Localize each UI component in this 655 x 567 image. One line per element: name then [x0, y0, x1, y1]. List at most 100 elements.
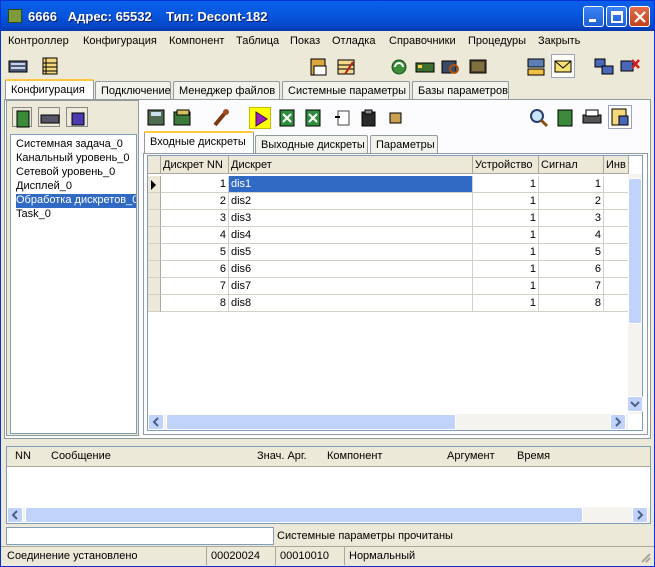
tab-connection[interactable]: Подключение	[95, 81, 171, 100]
cell-signal[interactable]: 1	[539, 176, 604, 193]
cell-signal[interactable]: 2	[539, 193, 604, 210]
cell-inv[interactable]	[604, 176, 629, 193]
cell-nn[interactable]: 2	[161, 193, 229, 210]
column-header-discrete[interactable]: Дискрет	[229, 156, 473, 174]
cell-signal[interactable]: 7	[539, 278, 604, 295]
table-row[interactable]: 6 dis6 1 6	[148, 261, 629, 278]
tree-item-task[interactable]: Task_0	[16, 208, 136, 222]
column-header-device[interactable]: Устройство	[473, 156, 539, 174]
cell-device[interactable]: 1	[473, 176, 539, 193]
maximize-button[interactable]	[606, 6, 627, 27]
search-device-icon[interactable]	[440, 56, 462, 78]
board-icon[interactable]	[12, 107, 32, 128]
minimize-button[interactable]	[583, 6, 604, 27]
cell-name[interactable]: dis4	[229, 227, 473, 244]
search-icon[interactable]	[528, 107, 550, 129]
computers-icon[interactable]	[593, 56, 615, 78]
tree-item-system-task[interactable]: Системная задача_0	[16, 138, 136, 152]
block-icon[interactable]	[385, 107, 407, 129]
cell-nn[interactable]: 4	[161, 227, 229, 244]
excel-import-icon[interactable]	[303, 107, 325, 129]
tab-param-bases[interactable]: Базы параметров	[412, 81, 509, 100]
scroll-right-icon[interactable]	[610, 414, 626, 430]
grid-horizontal-scrollbar[interactable]	[148, 414, 628, 430]
column-header-inv[interactable]: Инв	[604, 156, 629, 174]
scroll-thumb[interactable]	[25, 507, 583, 523]
cell-nn[interactable]: 1	[161, 176, 229, 193]
cell-inv[interactable]	[604, 193, 629, 210]
cell-name[interactable]: dis7	[229, 278, 473, 295]
book-icon[interactable]	[308, 56, 330, 78]
cell-nn[interactable]: 3	[161, 210, 229, 227]
cell-device[interactable]: 1	[473, 278, 539, 295]
scroll-right-icon[interactable]	[632, 507, 648, 523]
cell-signal[interactable]: 3	[539, 210, 604, 227]
table-icon[interactable]	[39, 55, 61, 77]
column-header-component[interactable]: Компонент	[325, 447, 435, 465]
cell-name[interactable]: dis8	[229, 295, 473, 312]
column-header-time[interactable]: Время	[515, 447, 615, 465]
info-input[interactable]	[6, 527, 274, 545]
clipboard-icon[interactable]	[358, 107, 380, 129]
tree-item-channel-level[interactable]: Канальный уровень_0	[16, 152, 136, 166]
scroll-down-icon[interactable]	[627, 396, 643, 412]
chip-icon[interactable]	[66, 107, 88, 127]
cell-inv[interactable]	[604, 210, 629, 227]
menu-debug[interactable]: Отладка	[332, 35, 375, 47]
cell-inv[interactable]	[604, 244, 629, 261]
cell-nn[interactable]: 5	[161, 244, 229, 261]
cell-inv[interactable]	[604, 261, 629, 278]
keyboard-icon[interactable]	[7, 55, 29, 77]
tab-configuration[interactable]: Конфигурация	[5, 79, 94, 100]
column-header-signal[interactable]: Сигнал	[539, 156, 604, 174]
table-settings-icon[interactable]	[608, 105, 632, 129]
cell-nn[interactable]: 6	[161, 261, 229, 278]
device-icon[interactable]	[414, 56, 436, 78]
cell-device[interactable]: 1	[473, 244, 539, 261]
cell-name[interactable]: dis3	[229, 210, 473, 227]
network-icon[interactable]	[525, 56, 547, 78]
cell-name[interactable]: dis6	[229, 261, 473, 278]
column-header-discrete-nn[interactable]: Дискрет NN	[161, 156, 229, 174]
cell-signal[interactable]: 8	[539, 295, 604, 312]
cell-signal[interactable]: 6	[539, 261, 604, 278]
tree-item-discrete-processing[interactable]: Обработка дискретов_0	[16, 194, 136, 208]
scroll-thumb[interactable]	[628, 178, 642, 324]
scroll-left-icon[interactable]	[148, 414, 164, 430]
disconnect-icon[interactable]	[619, 56, 641, 78]
menu-references[interactable]: Справочники	[389, 35, 456, 47]
menu-component[interactable]: Компонент	[169, 35, 224, 47]
save-table-icon[interactable]	[146, 107, 168, 129]
cell-signal[interactable]: 4	[539, 227, 604, 244]
cell-name[interactable]: dis2	[229, 193, 473, 210]
column-header-argument[interactable]: Аргумент	[445, 447, 505, 465]
menu-view[interactable]: Показ	[290, 35, 320, 47]
brush-icon[interactable]	[211, 107, 233, 129]
recycle-icon[interactable]	[388, 56, 410, 78]
table-row[interactable]: 5 dis5 1 5	[148, 244, 629, 261]
new-document-icon[interactable]	[332, 107, 354, 129]
tree-item-network-level[interactable]: Сетевой уровень_0	[16, 166, 136, 180]
title-bar[interactable]: 6666 Адрес: 65532 Тип: Decont-182	[1, 1, 654, 31]
table-row[interactable]: 2 dis2 1 2	[148, 193, 629, 210]
printer-icon[interactable]	[581, 107, 603, 129]
table-row[interactable]: 8 dis8 1 8	[148, 295, 629, 312]
cell-device[interactable]: 1	[473, 261, 539, 278]
excel-export-icon[interactable]	[277, 107, 299, 129]
menu-procedures[interactable]: Процедуры	[468, 35, 526, 47]
tree-item-display[interactable]: Дисплей_0	[16, 180, 136, 194]
cell-nn[interactable]: 8	[161, 295, 229, 312]
load-table-icon[interactable]	[172, 107, 194, 129]
scroll-thumb[interactable]	[166, 414, 456, 430]
cell-device[interactable]: 1	[473, 193, 539, 210]
menu-close[interactable]: Закрыть	[538, 35, 580, 47]
table-row[interactable]: 7 dis7 1 7	[148, 278, 629, 295]
monitor-icon[interactable]	[467, 56, 489, 78]
tab-system-params[interactable]: Системные параметры	[282, 81, 410, 100]
board-view-icon[interactable]	[554, 107, 576, 129]
cell-inv[interactable]	[604, 278, 629, 295]
messages-horizontal-scrollbar[interactable]	[7, 507, 650, 523]
cell-device[interactable]: 1	[473, 295, 539, 312]
column-header-arg-value[interactable]: Знач. Арг.	[255, 447, 320, 465]
tab-input-discretes[interactable]: Входные дискреты	[144, 131, 254, 155]
